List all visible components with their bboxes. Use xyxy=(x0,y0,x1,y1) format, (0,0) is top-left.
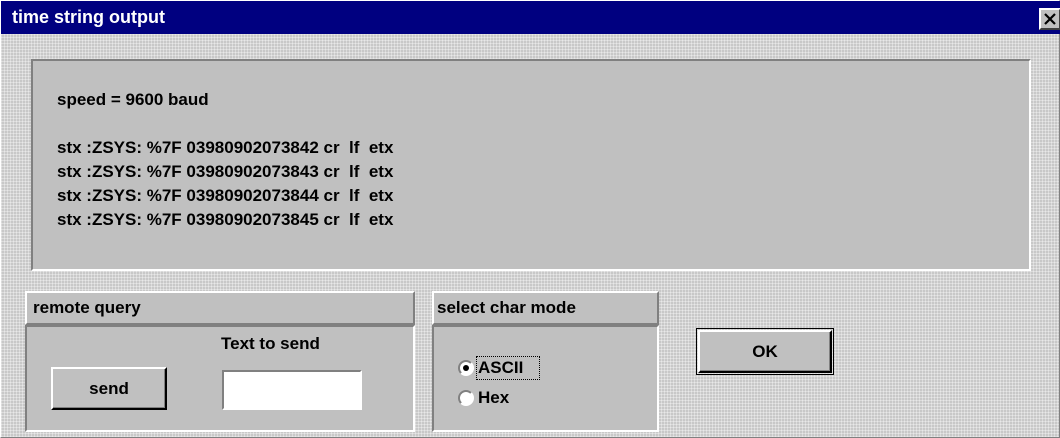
output-panel: speed = 9600 baud stx :ZSYS: %7F 0398090… xyxy=(31,59,1031,271)
hex-radio[interactable] xyxy=(458,390,474,406)
close-icon xyxy=(1044,13,1056,25)
char-mode-panel xyxy=(432,325,659,432)
char-mode-title: select char mode xyxy=(437,298,576,317)
remote-query-title: remote query xyxy=(33,298,141,317)
output-line: stx :ZSYS: %7F 03980902073842 cr lf etx xyxy=(57,138,394,157)
dialog-window: time string output speed = 9600 baud stx… xyxy=(0,0,1060,438)
ok-button[interactable]: OK xyxy=(696,328,834,375)
hex-label[interactable]: Hex xyxy=(478,388,509,408)
window-title: time string output xyxy=(12,7,165,27)
remote-query-header: remote query xyxy=(25,291,415,325)
send-button[interactable]: send xyxy=(51,367,167,410)
text-to-send-label: Text to send xyxy=(221,334,320,353)
output-line: stx :ZSYS: %7F 03980902073845 cr lf etx xyxy=(57,210,394,229)
output-line: stx :ZSYS: %7F 03980902073844 cr lf etx xyxy=(57,186,394,205)
ascii-radio[interactable] xyxy=(458,360,474,376)
text-to-send-input[interactable] xyxy=(222,370,362,410)
title-bar: time string output xyxy=(1,1,1060,34)
ascii-label[interactable]: ASCII xyxy=(478,358,523,378)
char-mode-header: select char mode xyxy=(432,291,659,325)
output-line: stx :ZSYS: %7F 03980902073843 cr lf etx xyxy=(57,162,394,181)
speed-label: speed = 9600 baud xyxy=(57,90,209,109)
close-button[interactable] xyxy=(1039,8,1060,30)
